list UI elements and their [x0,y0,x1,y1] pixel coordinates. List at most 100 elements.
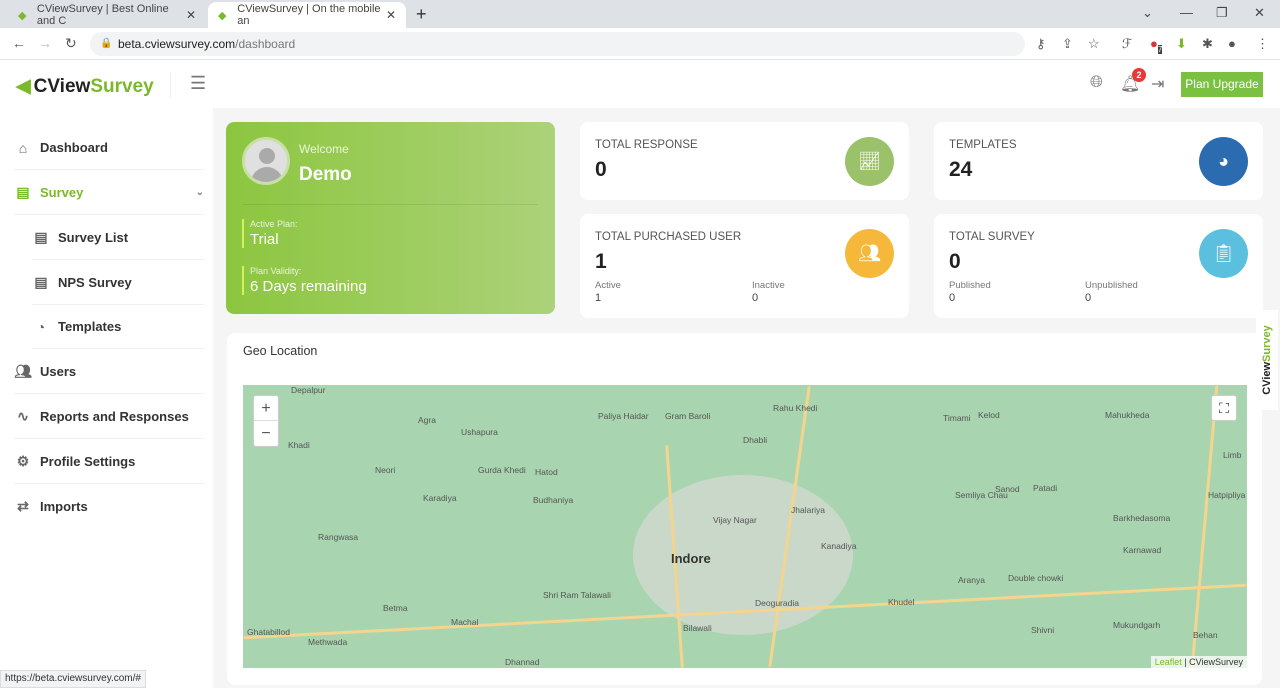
map-place-label: Machal [451,617,479,627]
published-label: Published [949,280,991,291]
map-place-label: Vijay Nagar [713,515,757,525]
key-icon[interactable]: ⚷ [1036,36,1046,52]
map-place-label: Shri Ram Talawali [543,590,611,600]
sidebar-item-nps-survey[interactable]: ▤ NPS Survey [32,261,204,305]
card-title: TOTAL SURVEY [949,231,1035,243]
active-plan: Active Plan: Trial [242,219,298,248]
map-place-label: Dhabli [743,435,768,445]
globe-icon[interactable]: 🌐︎ [1090,74,1103,92]
map-place-label: Agra [418,415,436,425]
geo-location-card: Geo Location Depalpur Agra Ushapura Paliya … [227,333,1262,685]
fullscreen-icon[interactable]: ⛶ [1211,395,1237,421]
gear-icon: ⚙ [16,453,30,469]
menu-icon[interactable]: ⋮ [1256,36,1269,52]
url-input[interactable]: 🔒 beta.cviewsurvey.com/dashboard [90,32,1025,56]
logo[interactable]: ◀ CView Survey [16,75,154,98]
forward-icon[interactable]: → [38,35,52,51]
sidebar: ⌂ Dashboard ▤ Survey ⌄ ▤ Survey List ▤ NPS Su… [0,108,213,688]
brand-side-tab[interactable]: CViewSurvey [1256,310,1278,410]
home-icon: ⌂ [18,139,28,156]
map-place-label: Rahu Khedi [773,403,818,413]
close-tab-icon[interactable]: ✕ [186,8,196,22]
extension-icon[interactable]: ℱ [1122,36,1132,52]
map-place-label: Neori [375,465,396,475]
map-place-label: Barkhedasoma [1113,513,1171,523]
leaflet-link[interactable]: Leaflet [1155,657,1182,667]
map-place-label: Hatpipliya [1208,490,1246,500]
sidebar-item-survey-list[interactable]: ▤ Survey List [32,216,204,260]
sidebar-item-survey[interactable]: ▤ Survey ⌄ [14,171,204,215]
profile-icon[interactable]: ● [1228,36,1236,51]
minimize-button[interactable]: — [1180,5,1193,20]
sidebar-item-users[interactable]: 👥︎ Users [14,350,204,394]
hamburger-menu-icon[interactable]: ☰ [190,73,206,94]
zoom-out-button[interactable]: − [254,421,278,446]
browser-tab[interactable]: ◆ CViewSurvey | Best Online and C ✕ [8,2,206,28]
swap-icon: ⇄ [17,497,29,514]
logo-text: CView [33,75,91,97]
sidebar-item-label: Users [40,364,77,379]
map-place-label: Karnawad [1123,545,1162,555]
map-place-label: Budhaniya [533,495,574,505]
unpublished-value: 0 [1085,292,1092,304]
map-place-label: Khadi [288,440,310,450]
plan-label: Active Plan: [250,219,298,229]
plan-upgrade-button[interactable]: Plan Upgrade [1181,72,1263,97]
extension-badge: 7 [1157,44,1163,54]
map-place-label: Sanod [995,484,1020,494]
star-icon[interactable]: ☆ [1088,36,1100,52]
map-place-label: Rangwasa [318,532,359,542]
tab-title: CViewSurvey | Best Online and C [36,3,169,27]
close-tab-icon[interactable]: ✕ [386,8,396,22]
sidebar-item-label: Reports and Responses [40,409,189,424]
validity-label: Plan Validity: [250,266,302,276]
card-title: TOTAL RESPONSE [595,139,698,151]
map-place-label: Ushapura [461,427,498,437]
back-icon[interactable]: ← [12,35,26,51]
map-place-label: Gram Baroli [665,411,711,421]
sidebar-item-label: Survey [40,185,84,200]
map-place-label: Shivni [1031,625,1055,635]
download-extension-icon[interactable]: ⬇ [1176,36,1187,52]
sidebar-item-templates[interactable]: ◔ Templates [32,305,204,349]
map-attribution: Leaflet | CViewSurvey [1150,656,1247,668]
url-path: /dashboard [235,37,296,51]
share-icon[interactable]: ⇪ [1062,36,1073,52]
card-value: 0 [595,158,607,181]
sidebar-item-profile-settings[interactable]: ⚙ Profile Settings [14,440,204,484]
lock-icon: 🔒 [100,38,113,49]
puzzle-icon[interactable]: ✱ [1202,36,1213,52]
map-place-label: Bilawali [683,623,712,633]
active-label: Active [595,280,621,291]
new-tab-button[interactable]: + [416,4,427,25]
validity-value: 6 Days remaining [250,278,367,295]
sidebar-item-imports[interactable]: ⇄ Imports [14,484,204,528]
total-survey-card: TOTAL SURVEY 0 📋︎ Published 0 Unpublishe… [934,214,1263,318]
favicon-icon: ◆ [218,10,227,22]
map[interactable]: Depalpur Agra Ushapura Paliya Haidar Gram Ba… [243,385,1247,668]
tab-search-icon[interactable]: ⌄ [1142,5,1153,21]
map-place-label: Depalpur [291,385,326,395]
sidebar-item-reports[interactable]: ∿ Reports and Responses [14,395,204,439]
plan-validity: Plan Validity: 6 Days remaining [242,266,367,295]
zoom-control: + − [253,395,279,447]
document-icon: ▤ [34,274,48,290]
maximize-button[interactable]: ❐ [1216,5,1228,21]
sidebar-item-label: Imports [40,498,88,514]
map-place-label: Ghatabillod [247,627,291,637]
logout-icon[interactable]: ⇥ [1151,74,1164,94]
map-place-label: Timami [943,413,971,423]
reload-icon[interactable]: ↻ [65,35,77,52]
map-place-label: Mahukheda [1105,410,1150,420]
line-chart-icon: 📈︎ [845,137,894,186]
map-place-label: Dhannad [505,657,540,667]
templates-card: TEMPLATES 24 ◕ [934,122,1263,200]
browser-tab-bar: ◆ CViewSurvey | Best Online and C ✕ ◆ CView… [0,0,1280,28]
close-window-button[interactable]: ✕ [1254,5,1265,21]
map-place-label: Double chowki [1008,573,1064,583]
browser-tab-active[interactable]: ◆ CViewSurvey | On the mobile an ✕ [208,2,406,28]
zoom-in-button[interactable]: + [254,396,278,421]
adblock-icon[interactable]: ●7 [1150,36,1163,54]
map-place-label: Khudel [888,597,915,607]
sidebar-item-dashboard[interactable]: ⌂ Dashboard [14,126,204,170]
